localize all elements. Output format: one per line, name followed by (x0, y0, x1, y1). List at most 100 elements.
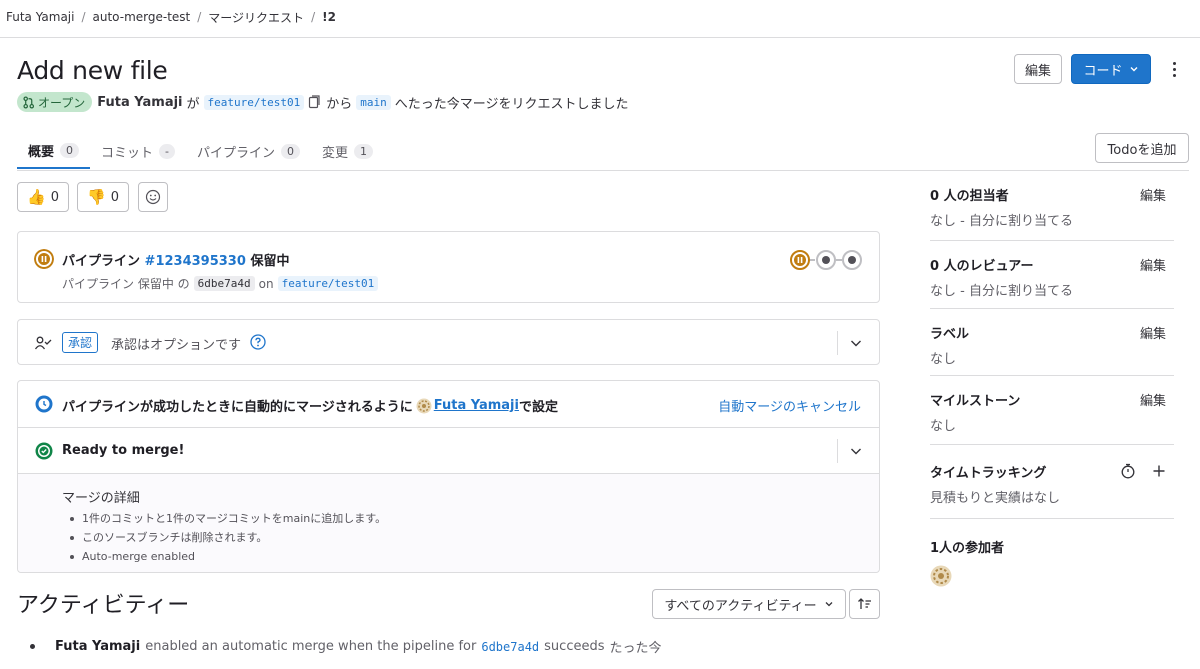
breadcrumb-separator: / (197, 10, 202, 24)
cancel-auto-merge-button[interactable]: 自動マージのキャンセル (718, 396, 861, 415)
target-branch[interactable]: main (356, 94, 391, 110)
merge-details: マージの詳細 1件のコミットと1件のマージコミットをmainに追加します。 この… (18, 474, 879, 572)
source-branch[interactable]: feature/test01 (203, 94, 305, 110)
author-link[interactable]: Futa Yamaji (97, 95, 182, 110)
reviewers-edit-button[interactable]: 編集 (1140, 255, 1166, 274)
pipeline-id-link[interactable]: #1234395330 (145, 254, 246, 269)
status-badge: オープン (17, 92, 93, 112)
chevron-down-icon[interactable] (849, 444, 863, 458)
sidebar-participants: 1人の参加者 (930, 537, 1174, 587)
meta-text-ga: が (186, 96, 200, 112)
vertical-divider (837, 439, 838, 463)
breadcrumb-user[interactable]: Futa Yamaji (6, 10, 74, 24)
pipeline-title: パイプライン #1234395330 保留中 (62, 250, 289, 269)
breadcrumb-merge-requests[interactable]: マージリクエスト (208, 9, 304, 26)
sidebar-divider (930, 308, 1174, 309)
chevron-down-icon[interactable] (849, 336, 863, 350)
activity-filter-label: すべてのアクティビティー (664, 598, 817, 614)
tab-label: コミット (101, 145, 154, 161)
list-item: 1件のコミットと1件のマージコミットをmainに追加します。 (70, 509, 386, 528)
approval-user-icon (34, 336, 52, 350)
sidebar-divider (930, 375, 1174, 376)
sidebar-divider (930, 444, 1174, 445)
breadcrumb-current[interactable]: !2 (322, 10, 336, 24)
sidebar-divider (930, 518, 1174, 519)
milestone-value: なし (930, 419, 957, 434)
chevron-down-icon (1130, 67, 1137, 72)
approval-badge: 承認 (62, 332, 99, 353)
auto-merge-message: パイプラインが成功したときに自動的にマージされるように Futa Yamaji … (62, 396, 558, 415)
activity-bullet (30, 644, 35, 649)
auto-merge-user-link[interactable]: Futa Yamaji (434, 398, 519, 413)
help-icon[interactable] (250, 334, 266, 350)
meta-text-suffix: へたった今マージをリクエストしました (394, 96, 629, 112)
meta-text-kara: から (326, 96, 353, 112)
tab-overview[interactable]: 概要 0 (17, 133, 91, 169)
sidebar-assignees-title: 0 人の担当者 (930, 189, 1009, 204)
edit-button[interactable]: 編集 (1014, 54, 1062, 84)
sort-order-button[interactable] (849, 589, 880, 619)
more-actions-icon[interactable] (1164, 58, 1184, 80)
thumbs-up-icon: 👍 (27, 187, 46, 206)
pipeline-sub-prefix: パイプライン 保留中 の (62, 277, 190, 291)
tab-count: 0 (60, 142, 80, 158)
tab-label: 概要 (28, 144, 55, 160)
merge-request-tabs: 概要 0 コミット - パイプライン 0 変更 1 (17, 133, 384, 169)
sort-icon (857, 598, 871, 609)
add-todo-button[interactable]: Todoを追加 (1095, 133, 1189, 163)
labels-value: なし (930, 352, 957, 367)
tab-pipelines[interactable]: パイプライン 0 (186, 133, 311, 169)
auto-merge-suffix: で設定 (518, 400, 558, 415)
header-divider (0, 37, 1200, 38)
commit-sha[interactable]: 6dbe7a4d (193, 276, 255, 291)
merge-details-list: 1件のコミットと1件のマージコミットをmainに追加します。 このソースブランチ… (70, 509, 386, 566)
thumbs-down-button[interactable]: 👎 0 (77, 182, 129, 212)
add-reaction-button[interactable] (138, 182, 168, 212)
pipeline-widget: パイプライン #1234395330 保留中 パイプライン 保留中 の 6dbe… (17, 231, 880, 303)
sidebar-divider (930, 240, 1174, 241)
labels-edit-button[interactable]: 編集 (1140, 323, 1166, 342)
milestone-edit-button[interactable]: 編集 (1140, 390, 1166, 409)
tab-commits[interactable]: コミット - (90, 133, 186, 169)
reviewers-value[interactable]: なし - 自分に割り当てる (930, 280, 1174, 299)
ready-to-merge-text: Ready to merge! (62, 443, 185, 458)
breadcrumb-separator: / (81, 10, 86, 24)
code-button-label: コード (1083, 63, 1123, 79)
stopwatch-icon[interactable] (1120, 463, 1136, 479)
activity-author[interactable]: Futa Yamaji (55, 639, 140, 654)
breadcrumb-project[interactable]: auto-merge-test (93, 10, 191, 24)
activity-time: たった今 (609, 641, 662, 656)
merge-details-title: マージの詳細 (62, 491, 140, 506)
auto-merge-row: パイプラインが成功したときに自動的にマージされるように Futa Yamaji … (18, 381, 879, 428)
sidebar-assignees: 0 人の担当者 編集 なし - 自分に割り当てる (930, 185, 1174, 229)
sidebar-reviewers-title: 0 人のレビュアー (930, 259, 1034, 274)
tab-count: - (159, 143, 176, 159)
activity-filter-dropdown[interactable]: すべてのアクティビティー (652, 589, 846, 619)
activity-suffix: succeeds (544, 639, 605, 654)
tab-changes[interactable]: 変更 1 (311, 133, 384, 169)
sidebar-milestone-title: マイルストーン (930, 394, 1021, 409)
avatar[interactable] (930, 565, 952, 587)
sidebar-participants-title: 1人の参加者 (930, 541, 1005, 556)
list-item: このソースブランチは削除されます。 (70, 528, 386, 547)
tab-label: 変更 (322, 145, 349, 161)
pipeline-status: 保留中 (250, 254, 290, 269)
activity-commit-link[interactable]: 6dbe7a4d (481, 640, 539, 654)
sidebar-time-tracking: タイムトラッキング 見積もりと実績はなし (930, 462, 1174, 506)
clock-icon (35, 395, 53, 413)
breadcrumb: Futa Yamaji / auto-merge-test / マージリクエスト… (6, 8, 336, 26)
sidebar-milestone: マイルストーン 編集 なし (930, 390, 1174, 434)
success-check-icon (35, 442, 53, 460)
plus-icon[interactable] (1152, 464, 1166, 478)
smiley-icon (145, 189, 161, 205)
copy-icon[interactable] (308, 95, 321, 109)
assignees-edit-button[interactable]: 編集 (1140, 185, 1166, 204)
assignees-value[interactable]: なし - 自分に割り当てる (930, 210, 1174, 229)
code-dropdown-button[interactable]: コード (1071, 54, 1151, 84)
pipeline-subtitle: パイプライン 保留中 の 6dbe7a4d on feature/test01 (62, 275, 379, 292)
thumbs-down-icon: 👎 (87, 187, 106, 206)
pipeline-stage-icons[interactable] (789, 249, 865, 271)
pipeline-branch[interactable]: feature/test01 (277, 276, 379, 291)
sidebar-labels: ラベル 編集 なし (930, 323, 1174, 367)
thumbs-up-button[interactable]: 👍 0 (17, 182, 69, 212)
